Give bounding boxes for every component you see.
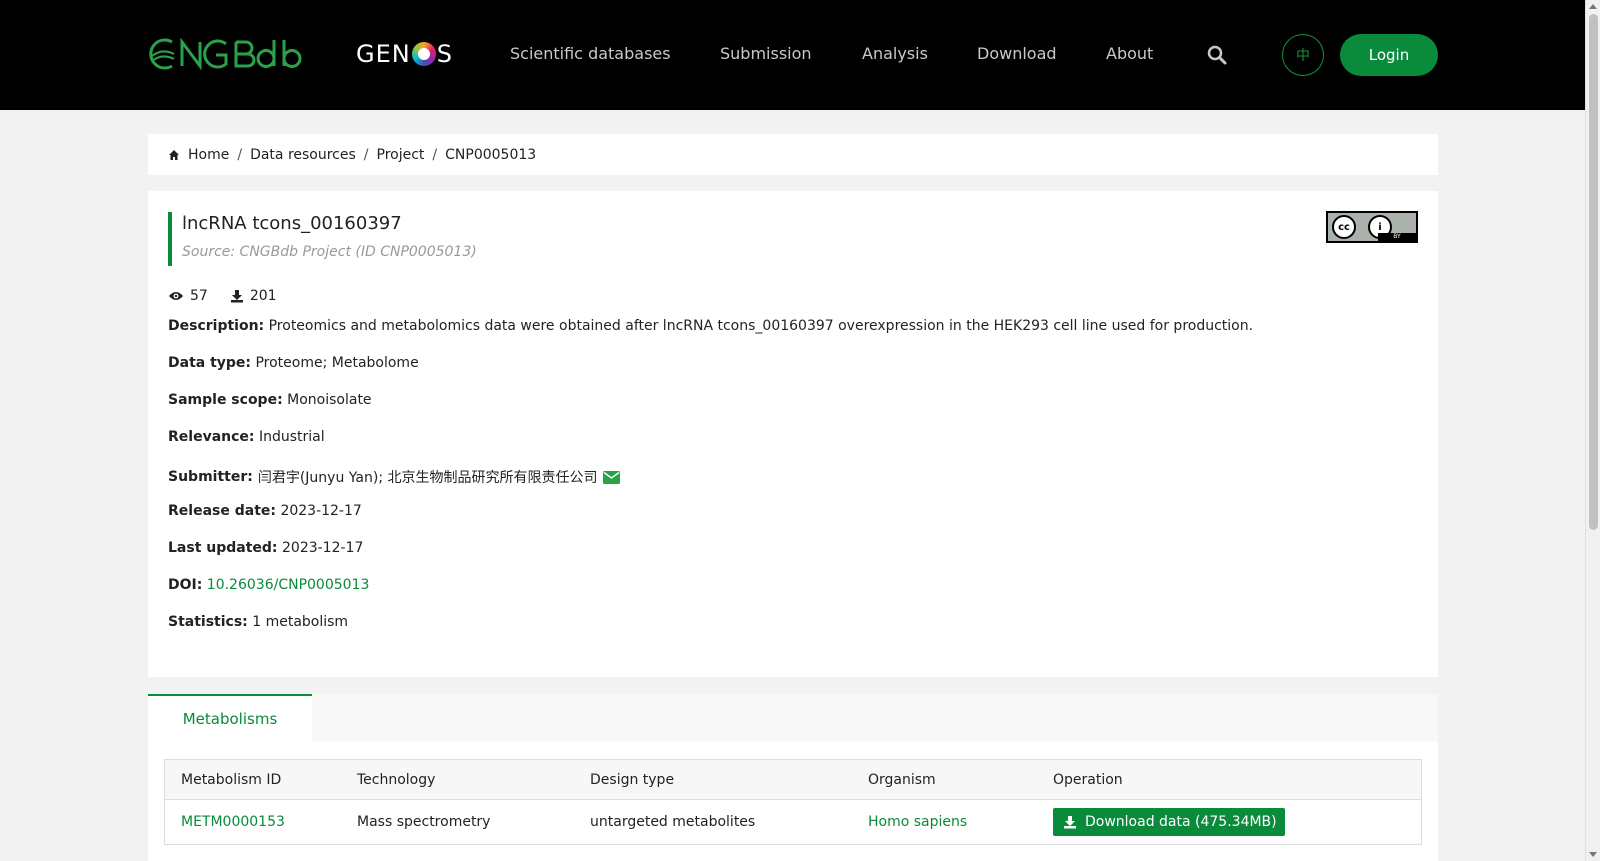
scroll-up-arrow-icon[interactable] xyxy=(1589,4,1597,9)
relevance-value: Industrial xyxy=(258,429,325,445)
project-title: lncRNA tcons_00160397 xyxy=(182,213,402,234)
statistics-value: 1 metabolism xyxy=(252,614,349,630)
nav-submission[interactable]: Submission xyxy=(720,44,812,63)
organism-link[interactable]: Homo sapiens xyxy=(868,814,1053,830)
relevance-label: Relevance: xyxy=(168,429,255,445)
scrollbar-thumb[interactable] xyxy=(1589,14,1598,530)
doi-link[interactable]: 10.26036/CNP0005013 xyxy=(207,577,370,593)
column-header-design-type: Design type xyxy=(590,771,675,788)
statistics-row: Statistics: 1 metabolism xyxy=(168,614,348,630)
submitter-label: Submitter: xyxy=(168,469,253,485)
tab-metabolisms[interactable]: Metabolisms xyxy=(148,694,312,742)
sample-scope-value: Monoisolate xyxy=(287,392,372,408)
last-updated-label: Last updated: xyxy=(168,540,278,556)
cc-by-license-badge[interactable]: cc i BY xyxy=(1326,211,1418,243)
relevance-row: Relevance: Industrial xyxy=(168,429,325,445)
nav-scientific-databases[interactable]: Scientific databases xyxy=(510,44,671,63)
doi-label: DOI: xyxy=(168,577,203,593)
metabolisms-panel: Metabolism ID Technology Design type Org… xyxy=(148,742,1438,861)
data-type-label: Data type: xyxy=(168,355,252,371)
project-stats: 57 201 xyxy=(168,288,277,304)
nav-download[interactable]: Download xyxy=(977,44,1057,63)
login-button[interactable]: Login xyxy=(1340,34,1438,76)
metabolism-id-link[interactable]: METM0000153 xyxy=(165,814,357,830)
eye-icon xyxy=(168,290,184,302)
breadcrumb-separator: / xyxy=(363,146,369,163)
page-scrollbar[interactable] xyxy=(1585,0,1600,861)
nav-about[interactable]: About xyxy=(1106,44,1153,63)
project-detail-card: lncRNA tcons_00160397 Source: CNGBdb Pro… xyxy=(148,191,1438,677)
cngbdb-logo[interactable] xyxy=(146,36,306,76)
doi-row: DOI: 10.26036/CNP0005013 xyxy=(168,577,369,593)
scroll-down-arrow-icon[interactable] xyxy=(1589,852,1597,857)
download-count-icon xyxy=(230,289,244,303)
table-header-row: Metabolism ID Technology Design type Org… xyxy=(165,760,1421,800)
view-count: 57 xyxy=(190,288,208,304)
cc-icon: cc xyxy=(1332,215,1356,239)
release-date-row: Release date: 2023-12-17 xyxy=(168,503,362,519)
last-updated-value: 2023-12-17 xyxy=(282,540,364,556)
genos-logo-ring-icon xyxy=(411,42,436,66)
genos-logo[interactable]: GEN S xyxy=(356,40,453,68)
data-type-value: Proteome; Metabolome xyxy=(255,355,419,371)
search-icon[interactable] xyxy=(1207,45,1227,69)
breadcrumb-home[interactable]: Home xyxy=(188,147,229,163)
statistics-label: Statistics: xyxy=(168,614,248,630)
design-type-cell: untargeted metabolites xyxy=(590,814,756,830)
genos-logo-text-right: S xyxy=(436,40,453,68)
release-date-label: Release date: xyxy=(168,503,276,519)
breadcrumb-separator: / xyxy=(432,146,438,163)
project-source: Source: CNGBdb Project (ID CNP0005013) xyxy=(182,244,477,260)
download-count: 201 xyxy=(249,288,277,304)
submitter-value: 闫君宇(Junyu Yan); 北京生物制品研究所有限责任公司 xyxy=(257,470,598,486)
sample-scope-row: Sample scope: Monoisolate xyxy=(168,392,372,408)
column-header-organism: Organism xyxy=(868,771,936,788)
top-header: GEN S Scientific databases Submission Ana… xyxy=(0,0,1585,110)
language-switch-button[interactable]: 中 xyxy=(1282,34,1324,76)
description-label: Description: xyxy=(168,318,265,334)
genos-logo-text-left: GEN xyxy=(356,40,411,68)
breadcrumb-data-resources[interactable]: Data resources xyxy=(250,147,356,163)
data-type-row: Data type: Proteome; Metabolome xyxy=(168,355,419,371)
download-icon xyxy=(1063,815,1077,829)
column-header-technology: Technology xyxy=(357,771,436,788)
title-accent-bar xyxy=(168,212,172,266)
nav-analysis[interactable]: Analysis xyxy=(862,44,928,63)
column-header-metabolism-id: Metabolism ID xyxy=(181,771,282,788)
technology-cell: Mass spectrometry xyxy=(357,814,491,830)
operation-cell: Download data (475.34MB) xyxy=(1053,808,1421,836)
breadcrumb-project[interactable]: Project xyxy=(377,147,425,163)
breadcrumb-current: CNP0005013 xyxy=(445,146,537,163)
description-row: Description: Proteomics and metabolomics… xyxy=(168,318,1253,334)
table-row: METM0000153 Mass spectrometry untargeted… xyxy=(165,800,1421,844)
breadcrumb-separator: / xyxy=(237,146,243,163)
last-updated-row: Last updated: 2023-12-17 xyxy=(168,540,363,556)
tab-bar: Metabolisms xyxy=(148,694,1438,742)
metabolisms-table: Metabolism ID Technology Design type Org… xyxy=(164,759,1422,845)
home-icon[interactable] xyxy=(168,149,180,161)
envelope-icon[interactable] xyxy=(602,470,620,484)
sample-scope-label: Sample scope: xyxy=(168,392,283,408)
download-data-button[interactable]: Download data (475.34MB) xyxy=(1053,808,1285,836)
download-data-label: Download data (475.34MB) xyxy=(1085,814,1277,830)
release-date-value: 2023-12-17 xyxy=(280,503,362,519)
description-value: Proteomics and metabolomics data were ob… xyxy=(268,318,1254,334)
license-by-label: BY xyxy=(1378,233,1416,241)
breadcrumb: Home / Data resources / Project / CNP000… xyxy=(148,134,1438,175)
submitter-row: Submitter: 闫君宇(Junyu Yan); 北京生物制品研究所有限责任… xyxy=(168,467,620,487)
column-header-operation: Operation xyxy=(1053,771,1123,788)
